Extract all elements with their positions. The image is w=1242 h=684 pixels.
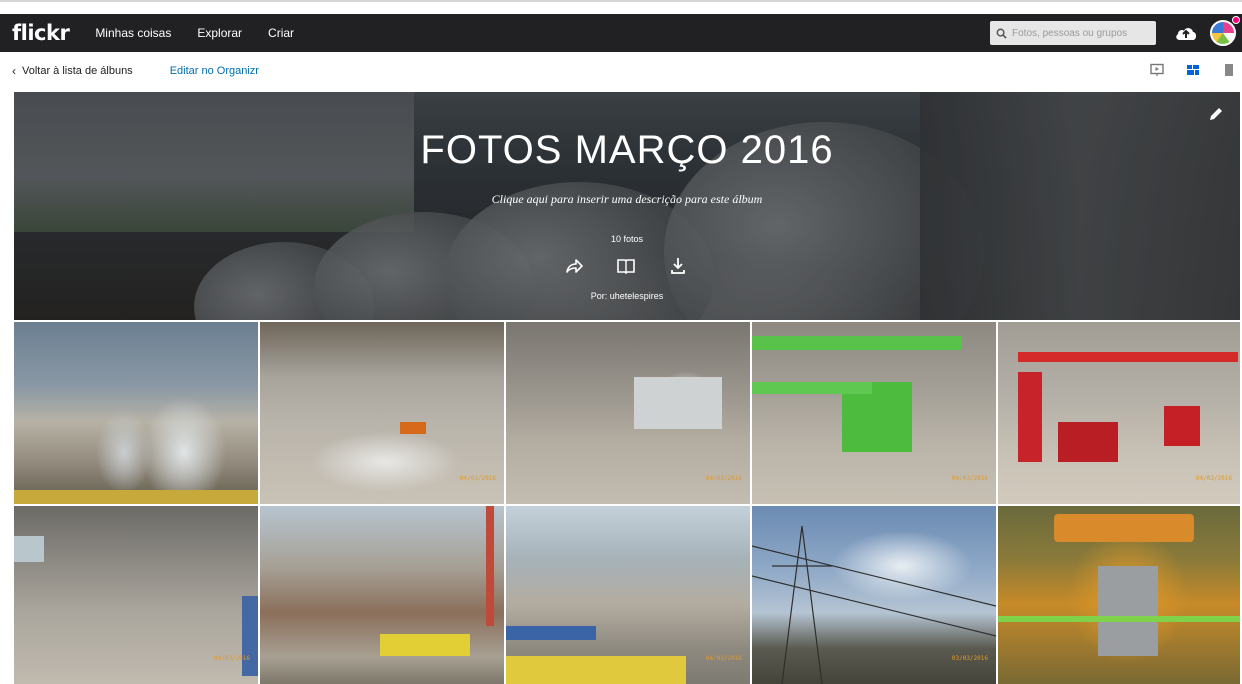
nav-criar[interactable]: Criar	[268, 26, 294, 40]
search-box[interactable]	[990, 21, 1156, 45]
pencil-icon[interactable]	[1208, 106, 1224, 122]
back-to-albums-link[interactable]: ‹ Voltar à lista de álbuns	[12, 64, 133, 78]
photo-grid: 04/03/2016 04/03/2016 04/03/2016 04/03/2…	[14, 322, 1240, 684]
photo-thumbnail[interactable]: 04/03/2016	[752, 322, 996, 504]
date-stamp: 03/03/2016	[951, 655, 988, 662]
photo-thumbnail[interactable]	[14, 322, 258, 504]
album-actions	[564, 256, 688, 276]
photo-thumbnail[interactable]: 04/03/2016	[506, 322, 750, 504]
album-subbar: ‹ Voltar à lista de álbuns Editar no Org…	[0, 52, 1242, 90]
photo-count: 10 fotos	[610, 234, 644, 244]
share-icon[interactable]	[564, 256, 584, 276]
album-title[interactable]: FOTOS MARÇO 2016	[14, 128, 1240, 173]
photo-thumbnail[interactable]: 04/03/2016	[260, 322, 504, 504]
flickr-logo[interactable]: flickr	[12, 21, 70, 45]
photo-thumbnail[interactable]: 04/03/2016	[998, 322, 1240, 504]
browser-top-line	[0, 0, 1242, 14]
date-stamp: 04/03/2016	[951, 475, 988, 482]
grid-view-icon[interactable]	[1186, 63, 1200, 77]
date-stamp: 04/03/2016	[1195, 475, 1232, 482]
nav-explorar[interactable]: Explorar	[197, 26, 242, 40]
view-switcher	[1128, 63, 1236, 77]
chevron-left-icon: ‹	[12, 64, 16, 78]
photo-thumbnail[interactable]: 03/03/2016	[752, 506, 996, 684]
album-description[interactable]: Clique aqui para inserir uma descrição p…	[14, 192, 1240, 207]
user-avatar[interactable]	[1210, 20, 1236, 46]
date-stamp: 04/03/2016	[705, 655, 742, 662]
search-input[interactable]	[1012, 27, 1152, 39]
notification-dot	[1232, 16, 1240, 24]
top-navbar: flickr Minhas coisas Explorar Criar	[0, 14, 1242, 52]
search-icon	[996, 28, 1007, 39]
download-icon[interactable]	[668, 256, 688, 276]
date-stamp: 04/03/2016	[213, 655, 250, 662]
upload-cloud-icon[interactable]	[1174, 23, 1198, 43]
photo-thumbnail[interactable]: 04/03/2016	[14, 506, 258, 684]
book-icon[interactable]	[616, 256, 636, 276]
photo-thumbnail[interactable]	[260, 506, 504, 684]
date-stamp: 04/03/2016	[459, 475, 496, 482]
album-cover: FOTOS MARÇO 2016 Clique aqui para inseri…	[14, 92, 1240, 320]
list-view-icon[interactable]	[1222, 63, 1236, 77]
date-stamp: 04/03/2016	[705, 475, 742, 482]
photo-thumbnail[interactable]	[998, 506, 1240, 684]
nav-minhas-coisas[interactable]: Minhas coisas	[95, 26, 171, 40]
album-owner[interactable]: Por: uhetelespires	[14, 291, 1240, 301]
photo-thumbnail[interactable]: 04/03/2016	[506, 506, 750, 684]
back-label: Voltar à lista de álbuns	[22, 65, 133, 77]
edit-in-organizr-link[interactable]: Editar no Organizr	[170, 65, 259, 77]
slideshow-icon[interactable]	[1150, 63, 1164, 77]
